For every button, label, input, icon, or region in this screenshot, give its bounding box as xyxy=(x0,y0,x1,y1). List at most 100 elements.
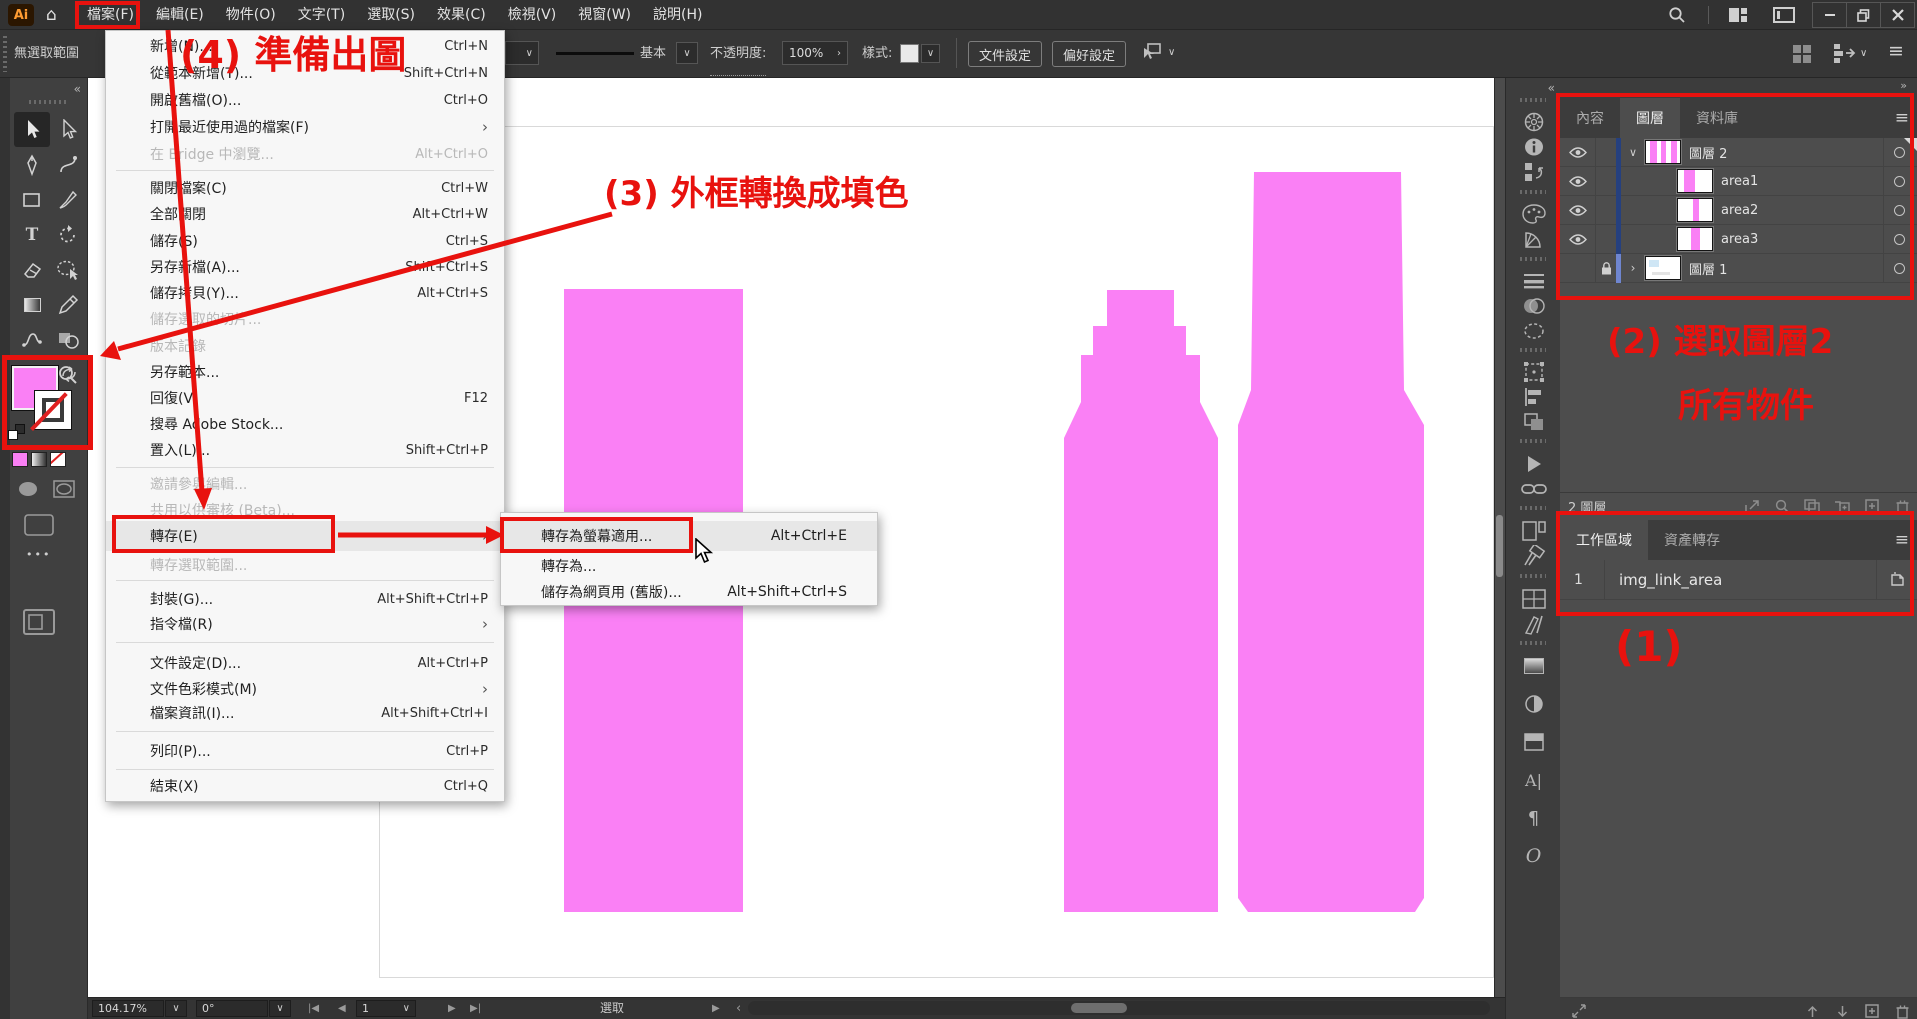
menu-item-export[interactable]: 轉存(E)› xyxy=(106,521,504,551)
stroke-icon[interactable] xyxy=(1506,269,1561,293)
layer-row-area2[interactable]: area2 xyxy=(1560,196,1917,225)
home-icon[interactable]: ⌂ xyxy=(46,0,57,30)
lock-cell[interactable] xyxy=(1596,196,1616,225)
tab-artboards[interactable]: 工作區域 xyxy=(1560,520,1648,560)
gradient-tool[interactable] xyxy=(14,287,50,322)
direct-selection-tool[interactable] xyxy=(50,112,86,147)
none-button[interactable] xyxy=(50,452,66,467)
align-icon[interactable] xyxy=(1506,385,1561,409)
menu-select[interactable]: 選取(S) xyxy=(356,0,426,30)
layer-name[interactable]: 圖層 1 xyxy=(1689,259,1883,278)
screen-mode-icon[interactable] xyxy=(24,514,54,536)
panel-menu-icon[interactable]: ≡ xyxy=(1895,530,1909,550)
swatches-icon[interactable] xyxy=(1506,202,1561,226)
menu-effect[interactable]: 效果(C) xyxy=(426,0,497,30)
gradient-panel-icon[interactable] xyxy=(1506,654,1561,678)
menu-object[interactable]: 物件(O) xyxy=(215,0,287,30)
style-dropdown[interactable]: ∨ xyxy=(921,44,940,63)
menu-item-search-adobe-stock[interactable]: 搜尋 Adobe Stock... xyxy=(106,411,504,437)
layer-row-layer2[interactable]: ∨ 圖層 2 xyxy=(1560,138,1917,167)
status-play-icon[interactable]: ▶ xyxy=(712,997,720,1019)
align-glyphs-icon[interactable] xyxy=(1792,44,1812,64)
pen-tool[interactable] xyxy=(14,147,50,182)
new-artboard-icon[interactable] xyxy=(1857,1004,1887,1018)
menu-item-open-recent[interactable]: 打開最近使用過的檔案(F)› xyxy=(106,114,504,140)
variable-width-dropdown[interactable]: ∨ xyxy=(505,41,539,65)
last-artboard-icon[interactable]: ▶| xyxy=(470,997,481,1019)
default-swatches-icon[interactable] xyxy=(8,424,25,440)
layer-thumbnail[interactable] xyxy=(1645,140,1681,164)
layer-thumbnail[interactable] xyxy=(1677,198,1713,222)
edit-toolbar-icon[interactable]: ••• xyxy=(26,548,51,561)
appearance-icon[interactable] xyxy=(1506,319,1561,343)
menu-item-print[interactable]: 列印(P)...Ctrl+P xyxy=(106,738,504,764)
menu-item-close[interactable]: 關閉檔案(C)Ctrl+W xyxy=(106,175,504,201)
panel-drag-handle[interactable] xyxy=(1520,506,1546,510)
control-bar-menu-icon[interactable]: ≡ xyxy=(1888,40,1904,62)
scroll-left-icon[interactable]: ‹ xyxy=(736,997,741,1019)
draw-normal-icon[interactable] xyxy=(16,478,40,500)
stroke-style-dropdown[interactable]: ∨ xyxy=(676,42,698,64)
visibility-toggle[interactable] xyxy=(1560,196,1596,225)
links-icon[interactable] xyxy=(1506,477,1561,501)
delete-icon[interactable] xyxy=(1887,499,1917,514)
actions-icon[interactable] xyxy=(1506,452,1561,476)
swap-fill-stroke-icon[interactable] xyxy=(60,366,78,382)
target-circle[interactable] xyxy=(1894,263,1905,274)
tab-libraries[interactable]: 資料庫 xyxy=(1680,98,1754,138)
menu-item-close-all[interactable]: 全部關閉Alt+Ctrl+W xyxy=(106,201,504,227)
move-down-icon[interactable] xyxy=(1827,1005,1857,1018)
submenu-item-export-as[interactable]: 轉存為... xyxy=(501,553,877,579)
collect-for-export-icon[interactable] xyxy=(1737,499,1767,514)
expand-panel-icon[interactable] xyxy=(1564,1004,1594,1018)
collapse-right-icon[interactable]: » xyxy=(1900,79,1907,92)
layer-thumbnail[interactable] xyxy=(1645,256,1681,280)
layer-thumbnail[interactable] xyxy=(1677,169,1713,193)
vertical-scrollbar-thumb[interactable] xyxy=(1496,515,1503,577)
tab-properties[interactable]: 內容 xyxy=(1560,98,1620,138)
menu-type[interactable]: 文字(T) xyxy=(287,0,356,30)
panel-drag-handle[interactable] xyxy=(29,100,69,104)
submenu-item-export-for-screens[interactable]: 轉存為螢幕適用...Alt+Ctrl+E xyxy=(501,521,877,551)
panel-drag-handle[interactable] xyxy=(3,36,7,72)
gradient-button[interactable] xyxy=(31,452,47,467)
color-gradient-fan-icon[interactable] xyxy=(1506,227,1561,251)
locate-object-icon[interactable] xyxy=(1767,499,1797,514)
document-setup-button[interactable]: 文件設定 xyxy=(968,41,1042,67)
layer-name[interactable]: area3 xyxy=(1721,232,1883,247)
menu-view[interactable]: 檢視(V) xyxy=(497,0,568,30)
width-tool[interactable] xyxy=(14,322,50,357)
panel-drag-handle[interactable] xyxy=(1520,257,1546,261)
menu-item-new[interactable]: 新增(N)...Ctrl+N xyxy=(106,33,504,59)
character-panel-icon[interactable]: A| xyxy=(1506,768,1561,792)
visibility-toggle[interactable] xyxy=(1560,167,1596,196)
menu-item-exit[interactable]: 結束(X)Ctrl+Q xyxy=(106,773,504,799)
search-icon[interactable] xyxy=(1668,0,1686,30)
target-circle[interactable] xyxy=(1894,176,1905,187)
rotation-dropdown[interactable]: ∨ xyxy=(269,1000,291,1017)
rotation-field[interactable]: 0° xyxy=(196,1000,268,1017)
layer-row-layer1[interactable]: › 圖層 1 xyxy=(1560,254,1917,283)
graphic-styles-icon[interactable] xyxy=(1506,730,1561,754)
eraser-tool[interactable] xyxy=(14,252,50,287)
rotate-tool[interactable] xyxy=(50,217,86,252)
opacity-field[interactable]: 100%› xyxy=(782,41,848,65)
menu-item-new-from-template[interactable]: 從範本新增(T)...Shift+Ctrl+N xyxy=(106,60,504,86)
lock-cell[interactable] xyxy=(1596,167,1616,196)
eyedropper-tool[interactable] xyxy=(50,287,86,322)
paintbrush-tool[interactable] xyxy=(50,182,86,217)
color-button[interactable] xyxy=(12,452,28,467)
tab-asset-export[interactable]: 資產轉存 xyxy=(1648,520,1736,560)
menu-item-document-setup[interactable]: 文件設定(D)...Alt+Ctrl+P xyxy=(106,650,504,676)
workspace-switcher-icon[interactable] xyxy=(1728,0,1748,30)
isolate-selection-icon[interactable]: ∨ xyxy=(1140,42,1175,62)
artboard-options-icon[interactable] xyxy=(1877,572,1917,587)
arrange-documents-icon[interactable] xyxy=(1773,0,1795,30)
zoom-level-field[interactable]: 104.17% xyxy=(92,1000,164,1017)
menu-item-save[interactable]: 儲存(S)Ctrl+S xyxy=(106,228,504,254)
layer-name[interactable]: 圖層 2 xyxy=(1689,143,1883,162)
visibility-toggle[interactable] xyxy=(1560,225,1596,254)
first-artboard-icon[interactable]: |◀ xyxy=(308,997,319,1019)
menu-help[interactable]: 說明(H) xyxy=(642,0,713,30)
close-button[interactable] xyxy=(1881,3,1914,27)
